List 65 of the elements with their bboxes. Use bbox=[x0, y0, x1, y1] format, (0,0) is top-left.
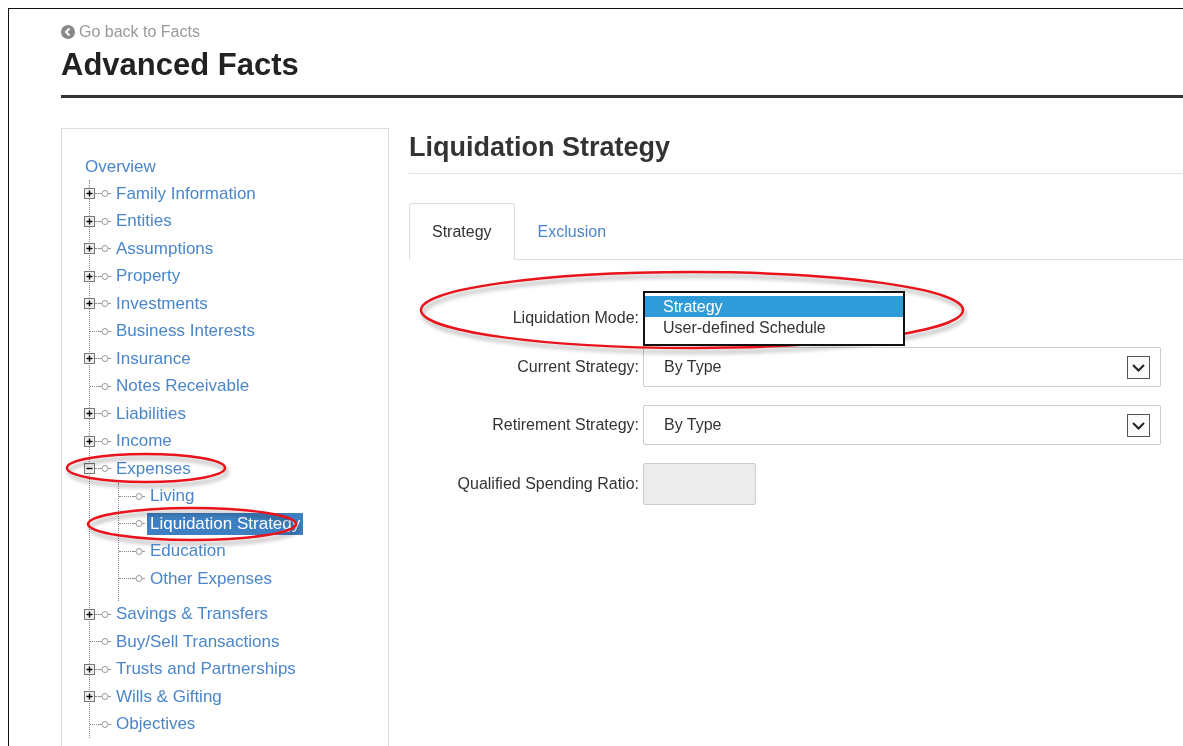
tree-item[interactable]: Objectives bbox=[113, 713, 199, 736]
dropdown-option[interactable]: Strategy bbox=[645, 296, 903, 317]
node-icon bbox=[99, 609, 111, 619]
tree-item[interactable]: Buy/Sell Transactions bbox=[113, 630, 283, 653]
node-icon bbox=[99, 664, 111, 674]
expand-icon[interactable] bbox=[84, 663, 95, 675]
expand-icon[interactable] bbox=[84, 435, 95, 447]
tree-item[interactable]: Wills & Gifting bbox=[113, 685, 225, 708]
tree-item[interactable]: Overview bbox=[85, 157, 156, 177]
tree-item[interactable]: Savings & Transfers bbox=[113, 603, 272, 626]
node-icon bbox=[99, 719, 111, 729]
page-title: Advanced Facts bbox=[61, 47, 1183, 98]
tree-item[interactable]: Business Interests bbox=[113, 320, 258, 343]
expand-icon[interactable] bbox=[84, 270, 95, 282]
expand-icon[interactable] bbox=[84, 353, 95, 365]
tree-item[interactable]: Liabilities bbox=[113, 402, 189, 425]
node-icon bbox=[99, 637, 111, 647]
back-link[interactable]: Go back to Facts bbox=[61, 23, 200, 41]
node-icon bbox=[99, 464, 111, 474]
tree-item[interactable]: Other Expenses bbox=[147, 567, 275, 590]
tree-item[interactable]: Trusts and Partnerships bbox=[113, 658, 299, 681]
node-icon bbox=[99, 299, 111, 309]
expand-icon[interactable] bbox=[84, 408, 95, 420]
tree-item[interactable]: Notes Receivable bbox=[113, 375, 253, 398]
tree-item[interactable]: Investments bbox=[113, 292, 211, 315]
dropdown-option[interactable]: User-defined Schedule bbox=[645, 317, 903, 338]
select-field[interactable]: By Type bbox=[643, 347, 1161, 387]
node-icon bbox=[99, 271, 111, 281]
node-icon bbox=[99, 216, 111, 226]
tree-item[interactable]: Living bbox=[147, 485, 198, 508]
tab[interactable]: Exclusion bbox=[514, 203, 630, 260]
node-icon bbox=[99, 189, 111, 199]
expand-icon[interactable] bbox=[84, 243, 95, 255]
tree-item[interactable]: Entities bbox=[113, 210, 175, 233]
tree-item[interactable]: Assumptions bbox=[113, 237, 217, 260]
node-icon bbox=[99, 381, 111, 391]
node-icon bbox=[99, 244, 111, 254]
field-label: Liquidation Mode: bbox=[511, 309, 640, 327]
expand-icon[interactable] bbox=[84, 691, 95, 703]
node-icon bbox=[99, 409, 111, 419]
node-icon bbox=[133, 519, 145, 529]
select-field[interactable]: By Type bbox=[643, 405, 1161, 445]
expand-icon[interactable] bbox=[84, 608, 95, 620]
tree-item[interactable]: Education bbox=[147, 540, 229, 563]
node-icon bbox=[99, 692, 111, 702]
field-label: Qualified Spending Ratio: bbox=[456, 475, 640, 493]
tree-item[interactable]: Property bbox=[113, 265, 184, 288]
dropdown-list[interactable]: Strategy User-defined Schedule bbox=[643, 291, 905, 346]
collapse-icon[interactable] bbox=[84, 463, 95, 475]
tree-item[interactable]: Insurance bbox=[113, 347, 194, 370]
node-icon bbox=[133, 574, 145, 584]
node-icon bbox=[99, 326, 111, 336]
expand-icon[interactable] bbox=[84, 188, 95, 200]
tree-item[interactable]: Family Information bbox=[113, 182, 259, 205]
field-label: Current Strategy: bbox=[516, 358, 640, 376]
tab[interactable]: Strategy bbox=[409, 203, 515, 260]
section-title: Liquidation Strategy bbox=[409, 132, 1183, 174]
node-icon bbox=[133, 491, 145, 501]
expand-icon[interactable] bbox=[84, 215, 95, 227]
node-icon bbox=[99, 354, 111, 364]
tree-item[interactable]: Income bbox=[113, 430, 175, 453]
node-icon bbox=[99, 436, 111, 446]
node-icon bbox=[133, 546, 145, 556]
expand-icon[interactable] bbox=[84, 298, 95, 310]
field-label: Retirement Strategy: bbox=[491, 416, 640, 434]
